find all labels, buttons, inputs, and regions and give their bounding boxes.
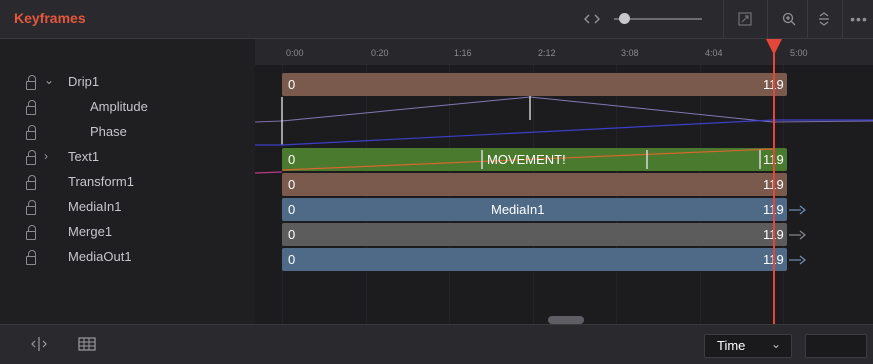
tree-item-drip1[interactable]: ⌄ Drip1 [0, 70, 255, 94]
tree-item-merge1[interactable]: Merge1 [0, 220, 255, 244]
fit-icon[interactable] [730, 0, 760, 38]
tree-item-phase[interactable]: Phase [0, 120, 255, 144]
bar-center-label: MOVEMENT! [487, 152, 566, 167]
ruler-tick: 0:00 [286, 48, 304, 58]
time-value-field[interactable] [805, 334, 867, 358]
keyframe-track-area[interactable]: 0 119 0 MOVEMENT! 119 0 119 0 MediaIn1 1… [255, 65, 873, 324]
playhead-line[interactable] [773, 44, 775, 327]
mediaout1-track-bar[interactable]: 0 119 [282, 248, 787, 271]
bar-start-value: 0 [288, 152, 296, 167]
ruler-tick: 3:08 [621, 48, 639, 58]
ruler-tick: 1:16 [454, 48, 472, 58]
time-mode-label: Time [717, 338, 746, 353]
playhead-handle[interactable] [766, 39, 782, 55]
bar-center-label: MediaIn1 [491, 202, 545, 217]
zoom-slider-handle[interactable] [619, 13, 630, 24]
tree-item-label: MediaOut1 [68, 249, 132, 264]
time-mode-dropdown[interactable]: Time ⌄ [704, 334, 792, 358]
lock-icon[interactable] [26, 175, 36, 190]
bar-start-value: 0 [288, 227, 296, 242]
lock-icon[interactable] [26, 75, 36, 90]
footer-bar: Time ⌄ [0, 324, 873, 364]
bar-start-value: 0 [288, 252, 296, 267]
tree-item-label: Phase [90, 124, 127, 139]
tree-item-label: Drip1 [68, 74, 100, 89]
mediain1-track-bar[interactable]: 0 MediaIn1 119 [282, 198, 787, 221]
expand-collapse-icon[interactable] [810, 0, 838, 38]
ruler-tick: 2:12 [538, 48, 556, 58]
spreadsheet-icon[interactable] [78, 336, 96, 355]
tree-item-label: MediaIn1 [68, 199, 122, 214]
bar-start-value: 0 [288, 202, 296, 217]
more-options-icon[interactable]: ••• [846, 0, 872, 38]
tree-item-mediaout1[interactable]: MediaOut1 [0, 245, 255, 269]
text1-track-bar[interactable]: 0 MOVEMENT! 119 [282, 148, 787, 171]
ruler-tick: 0:20 [371, 48, 389, 58]
tree-item-text1[interactable]: › Text1 [0, 145, 255, 169]
panel-title: Keyframes [14, 10, 86, 26]
tree-item-label: Amplitude [90, 99, 148, 114]
horizontal-scroll-handle[interactable] [548, 316, 584, 324]
header-bar: Keyframes ••• [0, 0, 873, 39]
tree-item-transform1[interactable]: Transform1 [0, 170, 255, 194]
tree-item-amplitude[interactable]: Amplitude [0, 95, 255, 119]
chevron-right-icon[interactable]: › [44, 149, 48, 163]
tree-item-label: Text1 [68, 149, 100, 164]
extend-arrow-icon [789, 230, 806, 240]
lock-icon[interactable] [26, 125, 36, 140]
keyframes-tree: ⌄ Drip1 Amplitude Phase › Text1 Transfor… [0, 39, 255, 324]
code-arrows-icon[interactable] [580, 0, 604, 38]
tree-item-mediain1[interactable]: MediaIn1 [0, 195, 255, 219]
tree-item-label: Transform1 [68, 174, 134, 189]
extend-arrow-icon [789, 205, 806, 215]
lock-icon[interactable] [26, 250, 36, 265]
transform1-track-bar[interactable]: 0 119 [282, 173, 787, 196]
chevron-down-icon: ⌄ [771, 337, 782, 351]
lock-icon[interactable] [26, 225, 36, 240]
merge1-track-bar[interactable]: 0 119 [282, 223, 787, 246]
lock-icon[interactable] [26, 150, 36, 165]
chevron-down-icon[interactable]: ⌄ [44, 73, 54, 87]
bar-start-value: 0 [288, 177, 296, 192]
lock-icon[interactable] [26, 200, 36, 215]
ruler-tick: 4:04 [705, 48, 723, 58]
ruler-tick: 5:00 [790, 48, 808, 58]
extend-arrow-icon [789, 255, 806, 265]
split-view-icon[interactable] [30, 336, 48, 355]
lock-icon[interactable] [26, 100, 36, 115]
zoom-in-icon[interactable] [774, 0, 804, 38]
tree-item-label: Merge1 [68, 224, 113, 239]
